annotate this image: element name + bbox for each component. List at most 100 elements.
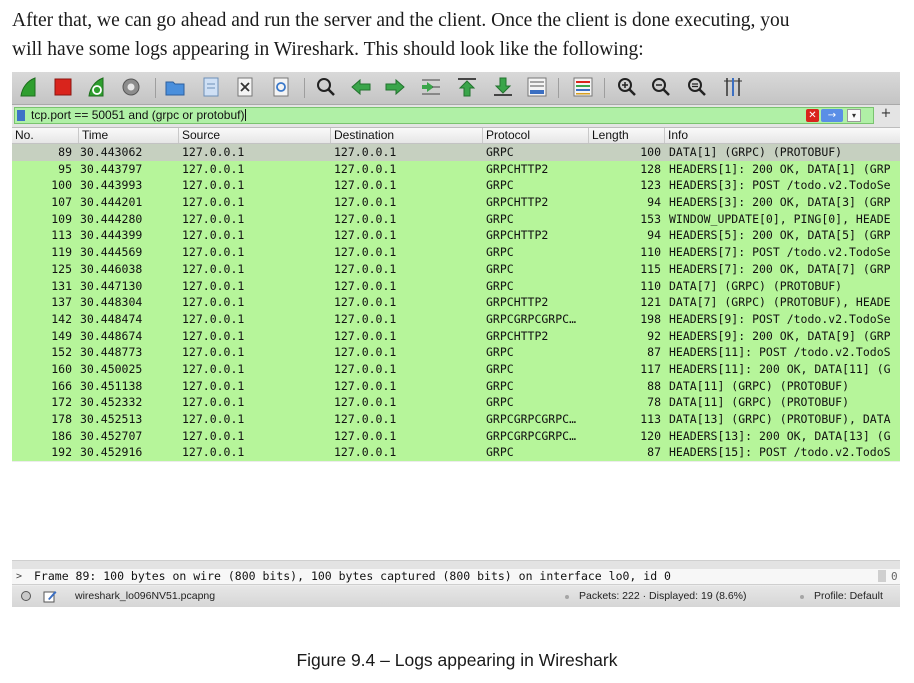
cell-len: 115 (640, 261, 661, 276)
cell-src: 127.0.0.1 (182, 378, 245, 393)
cell-info: HEADERS[13]: 200 OK, DATA[13] (G (669, 428, 891, 443)
save-file-icon[interactable] (200, 76, 222, 98)
add-filter-button-icon[interactable]: + (878, 106, 894, 122)
table-row[interactable]: 100 30.443993 127.0.0.1 127.0.0.1 GRPC 123 HEA… (12, 177, 900, 195)
table-row[interactable]: 113 30.444399 127.0.0.1 127.0.0.1 GRPCHTTP2 9… (12, 227, 900, 245)
cell-src: 127.0.0.1 (182, 145, 245, 159)
first-packet-icon[interactable] (456, 76, 478, 98)
zoom-in-icon[interactable] (616, 76, 638, 98)
intro-text: After that, we can go ahead and run the … (12, 6, 904, 64)
apply-filter-icon[interactable]: → (821, 109, 843, 122)
cell-info: HEADERS[11]: POST /todo.v2.TodoS (669, 345, 891, 360)
profile-label[interactable]: Profile: Default (814, 586, 883, 607)
table-row[interactable]: 149 30.448674 127.0.0.1 127.0.0.1 GRPCHTTP2 9… (12, 327, 900, 345)
cell-proto: GRPCHTTP2 (486, 195, 549, 210)
display-filter-input[interactable]: tcp.port == 50051 and (grpc or protobuf)… (14, 107, 874, 124)
status-separator-dot (565, 595, 569, 599)
cell-src: 127.0.0.1 (182, 412, 245, 426)
go-forward-arrow-icon[interactable] (384, 76, 406, 98)
auto-scroll-icon[interactable] (526, 76, 548, 98)
display-filter-value: tcp.port == 50051 and (grpc or protobuf) (31, 108, 245, 122)
cell-len: 88 (647, 378, 661, 393)
table-row[interactable]: 107 30.444201 127.0.0.1 127.0.0.1 GRPCHTTP2 9… (12, 194, 900, 211)
column-header-no[interactable]: No. (12, 128, 78, 143)
table-row[interactable]: 137 30.448304 127.0.0.1 127.0.0.1 GRPCHTTP2 1… (12, 294, 900, 311)
cell-info: DATA[11] (GRPC) (PROTOBUF) (669, 395, 850, 410)
cell-src: 127.0.0.1 (182, 345, 245, 360)
column-header-time[interactable]: Time (78, 128, 178, 143)
table-row[interactable]: 109 30.444280 127.0.0.1 127.0.0.1 GRPC 153 WIN… (12, 210, 900, 228)
table-row[interactable]: 192 30.452916 127.0.0.1 127.0.0.1 GRPC 87 HEAD… (12, 444, 900, 462)
cell-info: HEADERS[7]: 200 OK, DATA[7] (GRP (669, 261, 891, 276)
clear-filter-icon[interactable]: ✕ (806, 109, 819, 122)
table-row[interactable]: 89 30.443062 127.0.0.1 127.0.0.1 GRPC 100 DATA… (12, 144, 900, 161)
table-row[interactable]: 142 30.448474 127.0.0.1 127.0.0.1 GRPCGRPCGR… (12, 310, 900, 328)
cell-proto: GRPC (486, 378, 514, 393)
table-row[interactable]: 125 30.446038 127.0.0.1 127.0.0.1 GRPC 115 HEA… (12, 260, 900, 278)
details-scrollbar[interactable] (878, 570, 886, 582)
expand-triangle-icon[interactable]: > (16, 569, 22, 584)
cell-src: 127.0.0.1 (182, 445, 245, 460)
open-folder-icon[interactable] (164, 76, 186, 98)
cell-len: 198 (640, 311, 661, 326)
expert-info-led-icon[interactable] (21, 591, 31, 601)
filter-bookmark-icon[interactable] (17, 110, 25, 121)
cell-src: 127.0.0.1 (182, 361, 245, 376)
cell-proto: GRPCGRPCGRPC… (486, 311, 577, 326)
column-header-destination[interactable]: Destination (330, 128, 482, 143)
cell-src: 127.0.0.1 (182, 211, 245, 226)
cell-proto: GRPC (486, 445, 514, 460)
go-to-packet-icon[interactable] (420, 76, 442, 98)
cell-proto: GRPCHTTP2 (486, 161, 549, 176)
cell-dst: 127.0.0.1 (334, 278, 397, 293)
table-row[interactable]: 178 30.452513 127.0.0.1 127.0.0.1 GRPCGRPCGR… (12, 411, 900, 428)
resize-columns-icon[interactable] (722, 76, 744, 98)
cell-time: 30.444201 (80, 195, 143, 210)
table-row[interactable]: 172 30.452332 127.0.0.1 127.0.0.1 GRPC 78 DATA… (12, 394, 900, 411)
cell-info: DATA[11] (GRPC) (PROTOBUF) (669, 378, 850, 393)
status-bar: wireshark_lo096NV51.pcapng Packets: 222 … (12, 586, 900, 607)
column-header-info[interactable]: Info (664, 128, 900, 143)
toolbar-separator (155, 78, 156, 98)
cell-dst: 127.0.0.1 (334, 178, 397, 193)
shark-fin-start-icon[interactable] (18, 76, 40, 98)
column-header-source[interactable]: Source (178, 128, 330, 143)
capture-filename: wireshark_lo096NV51.pcapng (75, 590, 216, 602)
cell-src: 127.0.0.1 (182, 278, 245, 293)
table-row[interactable]: 152 30.448773 127.0.0.1 127.0.0.1 GRPC 87 HEAD… (12, 344, 900, 361)
cell-time: 30.444280 (80, 211, 143, 226)
column-header-protocol[interactable]: Protocol (482, 128, 588, 143)
cell-proto: GRPC (486, 178, 514, 193)
table-row[interactable]: 160 30.450025 127.0.0.1 127.0.0.1 GRPC 117 HEA… (12, 360, 900, 378)
find-packet-icon[interactable] (315, 76, 337, 98)
capture-options-gear-icon[interactable] (120, 76, 142, 98)
table-row[interactable]: 186 30.452707 127.0.0.1 127.0.0.1 GRPCGRPCGR… (12, 427, 900, 445)
zoom-out-icon[interactable] (650, 76, 672, 98)
cell-no: 149 (51, 328, 72, 343)
table-row[interactable]: 166 30.451138 127.0.0.1 127.0.0.1 GRPC 88 DATA… (12, 377, 900, 395)
colorize-icon[interactable] (572, 76, 594, 98)
restart-capture-icon[interactable] (86, 76, 108, 98)
table-row[interactable]: 95 30.443797 127.0.0.1 127.0.0.1 GRPCHTTP2 12… (12, 160, 900, 178)
cell-no: 178 (51, 412, 72, 426)
cell-time: 30.448674 (80, 328, 143, 343)
packet-details-pane: > Frame 89: 100 bytes on wire (800 bits)… (12, 569, 900, 585)
frame-summary[interactable]: Frame 89: 100 bytes on wire (800 bits), … (34, 569, 671, 584)
display-filter-bar: tcp.port == 50051 and (grpc or protobuf)… (12, 105, 900, 128)
table-row[interactable]: 131 30.447130 127.0.0.1 127.0.0.1 GRPC 110 DAT… (12, 277, 900, 295)
table-row[interactable]: 119 30.444569 127.0.0.1 127.0.0.1 GRPC 110 HEA… (12, 244, 900, 261)
close-file-icon[interactable] (234, 76, 256, 98)
cell-no: 160 (51, 361, 72, 376)
cell-len: 94 (647, 195, 661, 210)
last-packet-icon[interactable] (492, 76, 514, 98)
column-header-length[interactable]: Length (588, 128, 664, 143)
reload-file-icon[interactable] (270, 76, 292, 98)
stop-square-icon[interactable] (52, 76, 74, 98)
cell-no: 125 (51, 261, 72, 276)
go-back-arrow-icon[interactable] (350, 76, 372, 98)
normal-size-icon[interactable] (686, 76, 708, 98)
cell-dst: 127.0.0.1 (334, 361, 397, 376)
main-toolbar (12, 72, 900, 105)
capture-comment-pencil-icon[interactable] (43, 589, 57, 603)
recent-filters-dropdown-icon[interactable]: ▾ (847, 109, 861, 122)
